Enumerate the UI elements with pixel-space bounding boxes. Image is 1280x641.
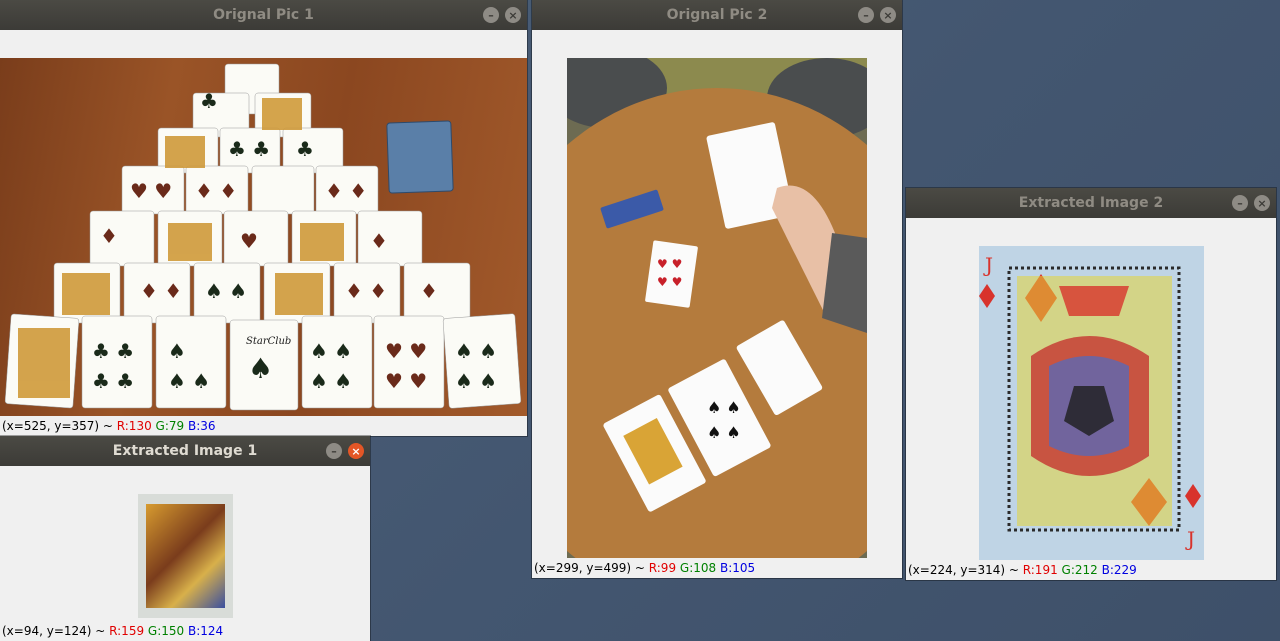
minimize-button[interactable]: – (326, 443, 342, 459)
window-title: Extracted Image 2 (1018, 195, 1164, 211)
svg-text:♦: ♦ (370, 229, 388, 253)
svg-text:♥ ♥: ♥ ♥ (385, 339, 427, 363)
red-value: R:159 (109, 624, 145, 638)
minimize-button[interactable]: – (483, 7, 499, 23)
image-canvas[interactable]: J J (979, 246, 1204, 560)
svg-text:♥ ♥: ♥ ♥ (385, 369, 427, 393)
svg-text:J: J (1185, 527, 1195, 551)
svg-text:♠ ♠: ♠ ♠ (455, 369, 497, 393)
svg-text:♥ ♥: ♥ ♥ (657, 275, 682, 289)
svg-text:♥: ♥ (240, 229, 258, 253)
svg-text:J: J (983, 253, 993, 277)
red-value: R:99 (648, 561, 677, 575)
green-value: G:150 (147, 624, 185, 638)
green-value: G:79 (155, 419, 185, 433)
cursor-coords: (x=94, y=124) ~ (2, 624, 110, 638)
card-table-photo: ♥ ♥ ♥ ♥ ♠ ♠ ♠ ♠ (567, 58, 867, 558)
status-bar: (x=94, y=124) ~ R:159 G:150 B:124 (0, 621, 370, 641)
svg-text:♦ ♦: ♦ ♦ (325, 179, 367, 203)
red-value: R:130 (116, 419, 152, 433)
svg-text:♥ ♥: ♥ ♥ (657, 257, 682, 271)
window-extracted-image-1[interactable]: Extracted Image 1 – × (x=94, y=124) ~ R:… (0, 436, 370, 641)
card-brand-text: StarClub (246, 336, 291, 347)
window-original-pic-2[interactable]: Orignal Pic 2 – × ♥ ♥ ♥ ♥ ♠ ♠ ♠ ♠ (x=299, … (532, 0, 902, 578)
close-button[interactable]: × (348, 443, 364, 459)
titlebar[interactable]: Extracted Image 2 – × (906, 188, 1276, 218)
close-button[interactable]: × (1254, 195, 1270, 211)
svg-text:♣ ♣: ♣ ♣ (92, 339, 134, 363)
card-pyramid-photo: ♥ ♥ ♦ ♦ ♦ ♦ ♦ ♥ ♦ ♦ ♦ ♦ ♦ ♦ ♥ ♥ ♥ ♥ ♣ ♣ ♣ ♣ ♠ ♠ ♣… (4, 63, 522, 411)
window-title: Extracted Image 1 (112, 443, 258, 459)
titlebar[interactable]: Extracted Image 1 – × (0, 436, 370, 466)
svg-text:♠ ♠: ♠ ♠ (310, 369, 352, 393)
status-bar: (x=299, y=499) ~ R:99 G:108 B:105 (532, 558, 902, 578)
minimize-button[interactable]: – (1232, 195, 1248, 211)
red-value: R:191 (1022, 563, 1058, 577)
svg-text:♣ ♣: ♣ ♣ (228, 137, 270, 161)
cursor-coords: (x=525, y=357) ~ (2, 419, 117, 433)
svg-text:♦ ♦: ♦ ♦ (195, 179, 237, 203)
minimize-button[interactable]: – (858, 7, 874, 23)
green-value: G:212 (1061, 563, 1098, 577)
close-button[interactable]: × (880, 7, 896, 23)
green-value: G:108 (679, 561, 717, 575)
status-bar: (x=224, y=314) ~ R:191 G:212 B:229 (906, 560, 1276, 580)
window-title: Orignal Pic 1 (213, 7, 314, 23)
blue-value: B:105 (719, 561, 756, 575)
status-bar: (x=525, y=357) ~ R:130 G:79 B:36 (0, 416, 527, 436)
svg-text:♥ ♥: ♥ ♥ (130, 179, 172, 203)
svg-text:♠ ♠: ♠ ♠ (205, 279, 247, 303)
svg-text:♠ ♠: ♠ ♠ (707, 398, 741, 417)
svg-text:♣: ♣ (296, 137, 314, 161)
svg-text:♦: ♦ (100, 224, 118, 248)
svg-text:♠ ♠: ♠ ♠ (310, 339, 352, 363)
window-title: Orignal Pic 2 (666, 7, 768, 23)
svg-text:♠ ♠: ♠ ♠ (455, 339, 497, 363)
image-canvas[interactable] (138, 494, 233, 618)
svg-text:♦: ♦ (420, 279, 438, 303)
svg-text:♦ ♦: ♦ ♦ (345, 279, 387, 303)
svg-text:♠: ♠ (168, 339, 186, 363)
window-original-pic-1[interactable]: Orignal Pic 1 – × ♥ ♥ ♦ ♦ ♦ ♦ ♦ ♥ ♦ ♦ ♦ … (0, 0, 527, 436)
blue-value: B:36 (188, 419, 216, 433)
svg-text:♦ ♦: ♦ ♦ (140, 279, 182, 303)
svg-text:♣: ♣ (200, 89, 218, 113)
svg-text:♠: ♠ (248, 352, 273, 385)
titlebar[interactable]: Orignal Pic 1 – × (0, 0, 527, 30)
cursor-coords: (x=299, y=499) ~ (534, 561, 649, 575)
window-extracted-image-2[interactable]: Extracted Image 2 – × J J (x=224, y=314)… (906, 188, 1276, 580)
cursor-coords: (x=224, y=314) ~ (908, 563, 1023, 577)
blue-value: B:229 (1101, 563, 1137, 577)
svg-text:♣ ♣: ♣ ♣ (92, 369, 134, 393)
svg-text:♠ ♠: ♠ ♠ (168, 369, 210, 393)
blue-value: B:124 (188, 624, 224, 638)
jack-of-diamonds-card-image: J J (979, 253, 1201, 551)
image-canvas[interactable]: ♥ ♥ ♦ ♦ ♦ ♦ ♦ ♥ ♦ ♦ ♦ ♦ ♦ ♦ ♥ ♥ ♥ ♥ ♣ ♣ ♣ ♣ ♠ ♠ ♣… (0, 58, 527, 416)
jack-of-diamonds-card-image (146, 504, 225, 608)
close-button[interactable]: × (505, 7, 521, 23)
titlebar[interactable]: Orignal Pic 2 – × (532, 0, 902, 30)
svg-text:♠ ♠: ♠ ♠ (707, 423, 741, 442)
image-canvas[interactable]: ♥ ♥ ♥ ♥ ♠ ♠ ♠ ♠ (567, 58, 867, 558)
